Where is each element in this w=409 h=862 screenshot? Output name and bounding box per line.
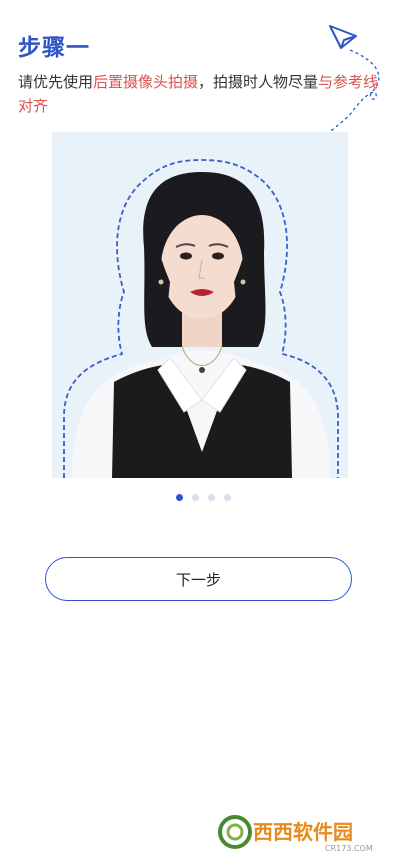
instruction-part1: 请优先使用 xyxy=(18,73,94,91)
carousel-dot-1[interactable] xyxy=(176,494,183,501)
carousel-dot-4[interactable] xyxy=(224,494,231,501)
watermark-logo: 西西软件园 CR173.COM xyxy=(218,815,373,853)
sample-photo xyxy=(52,132,348,478)
instruction-part2: ，拍摄时人物尽量 xyxy=(198,73,319,91)
guide-page: 步骤一 请优先使用后置摄像头拍摄，拍摄时人物尽量与参考线对齐 下一步 西西软件园… xyxy=(0,0,409,862)
carousel-indicator xyxy=(0,494,408,501)
watermark-text: 西西软件园 xyxy=(253,820,353,844)
carousel-dot-2[interactable] xyxy=(192,494,199,501)
carousel-dot-3[interactable] xyxy=(208,494,215,501)
watermark-subtext: CR173.COM xyxy=(325,844,373,853)
instruction-text: 请优先使用后置摄像头拍摄，拍摄时人物尽量与参考线对齐 xyxy=(18,70,388,118)
step-title: 步骤一 xyxy=(18,35,90,61)
instruction-highlight-camera: 后置摄像头拍摄 xyxy=(93,73,199,91)
sample-portrait-image xyxy=(52,132,348,478)
next-step-button[interactable]: 下一步 xyxy=(45,557,352,601)
